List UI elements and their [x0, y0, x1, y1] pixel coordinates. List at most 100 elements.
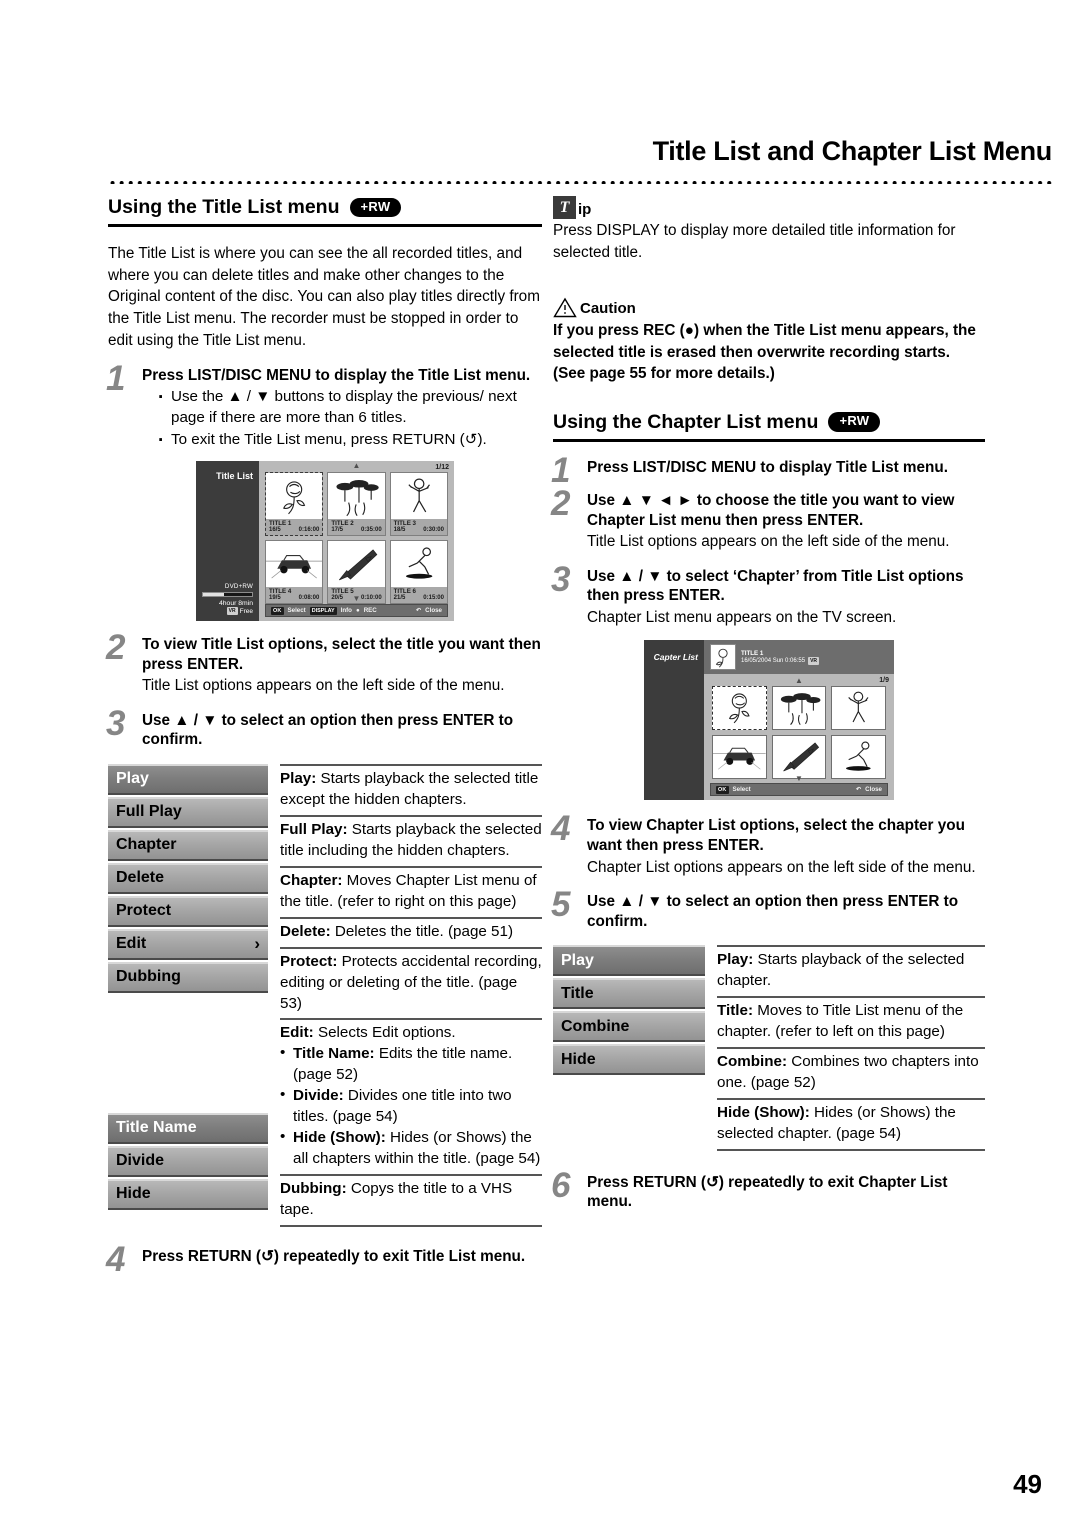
title-meta: 18/5 0:30:00 — [391, 527, 447, 535]
chapter-cell[interactable] — [771, 735, 827, 780]
title-time: 0:16:00 — [298, 527, 320, 534]
description-full-play: Full Play: Starts playback the selected … — [280, 814, 542, 866]
step-1-bullets: Use the ▲ / ▼ buttons to display the pre… — [142, 385, 542, 454]
chapter-cell[interactable] — [771, 686, 827, 731]
chevron-right-icon: › — [254, 934, 260, 954]
chapter-list-screen-mockup: Capter List TITLE 1 16/05/2004 Sun 0:06:… — [644, 640, 894, 801]
step-number: 4 — [106, 1240, 126, 1280]
tip-t-icon: T — [553, 196, 576, 219]
title-cell[interactable]: TITLE 2 17/5 0:35:00 — [327, 472, 386, 537]
list-item: Title Name: Edits the title name. (page … — [280, 1043, 542, 1086]
page-indicator: 1/12 — [435, 464, 449, 472]
chapter-thumbnail-grid — [704, 674, 894, 780]
select-label: Select — [732, 786, 751, 794]
step-number: 4 — [551, 809, 571, 849]
chapter-list-descriptions: Play: Starts playback of the selected ch… — [717, 945, 985, 1151]
option-title[interactable]: Title — [553, 978, 705, 1010]
chapter-cell[interactable] — [712, 735, 767, 780]
title-cell[interactable]: TITLE 4 19/5 0:08:00 — [265, 540, 324, 605]
description-term: Divide: — [293, 1087, 344, 1105]
description-play: Play: Starts playback the selected title… — [280, 763, 542, 815]
title-cell[interactable]: TITLE 3 18/5 0:30:00 — [389, 472, 448, 537]
description-term: Delete: — [280, 922, 331, 940]
option-full-play[interactable]: Full Play — [108, 796, 268, 828]
left-step-1: 1 Press LIST/DISC MENU to display the Ti… — [106, 361, 542, 455]
step-heading: Use ▲ / ▼ to select an option then press… — [587, 892, 959, 930]
title-cell[interactable]: TITLE 6 21/5 0:15:00 — [389, 540, 448, 605]
page-title: Title List and Chapter List Menu — [652, 136, 1053, 166]
option-label: Divide — [116, 1152, 165, 1170]
thumbnail-car-icon — [713, 748, 766, 770]
remaining-time-label: 4hour 8min — [218, 600, 253, 608]
thumbnail-rose-icon — [710, 644, 736, 671]
step-heading: Press LIST/DISC MENU to display the Titl… — [142, 366, 531, 384]
option-chapter[interactable]: Chapter — [108, 829, 268, 861]
step-number: 5 — [551, 884, 571, 924]
option-hide[interactable]: Hide — [108, 1178, 268, 1210]
right-step-2: 2 Use ▲ ▼ ◄ ► to choose the title you wa… — [551, 486, 985, 553]
right-section-heading: Using the Chapter List menu +RW — [553, 411, 985, 442]
description-edit: Edit: Selects Edit options. Title Name: … — [280, 1018, 542, 1174]
option-hide[interactable]: Hide — [553, 1044, 705, 1076]
title-list-options-block: Play Full Play Chapter Delete Protect Ed… — [108, 763, 542, 1228]
description-term: Hide (Show): — [293, 1129, 386, 1147]
title-meta: 19/5 0:08:00 — [266, 595, 322, 603]
step-number: 1 — [106, 358, 126, 398]
option-dubbing[interactable]: Dubbing — [108, 961, 268, 993]
chapter-list-sidebar: Capter List — [644, 640, 704, 801]
title-list-main: 1/12 ▲ ▼ TITLE 1 16/5 0:16:00 TITLE 2 17… — [259, 461, 454, 621]
option-combine[interactable]: Combine — [553, 1011, 705, 1043]
description-term: Combine: — [717, 1052, 788, 1070]
option-play[interactable]: Play — [553, 945, 705, 977]
display-key-icon: DISPLAY — [309, 606, 337, 615]
option-title-name[interactable]: Title Name — [108, 1112, 268, 1144]
chapter-cell[interactable] — [831, 735, 886, 780]
tip-label: T ip — [553, 196, 985, 219]
left-column: Using the Title List menu +RW The Title … — [106, 196, 542, 1277]
description-term: Protect: — [280, 952, 338, 970]
title-date: 21/5 — [393, 595, 406, 602]
rec-dot-icon: ● — [355, 607, 360, 615]
scroll-up-arrow-icon: ▲ — [795, 676, 803, 686]
option-delete[interactable]: Delete — [108, 862, 268, 894]
thumbnail-trees-icon — [780, 693, 821, 726]
scroll-up-arrow-icon: ▲ — [352, 461, 361, 471]
chapter-title-info: TITLE 1 16/05/2004 Sun 0:06:55 VR — [741, 649, 820, 665]
title-date: 20/5 — [331, 595, 344, 602]
plus-rw-badge-icon: +RW — [349, 197, 402, 218]
description-term: Edit: — [280, 1024, 314, 1042]
thumbnail-shuttle-icon — [782, 742, 819, 772]
chapter-title-name: TITLE 1 — [741, 649, 764, 657]
list-item: Use the ▲ / ▼ buttons to display the pre… — [158, 385, 542, 429]
title-list-sidebar: Title List DVD+RW 4hour 8min VR Free — [196, 461, 259, 622]
close-label: Close — [865, 786, 882, 794]
scroll-down-arrow-icon: ▼ — [795, 774, 803, 784]
description-term: Hide (Show): — [717, 1103, 810, 1121]
description-term: Title: — [717, 1002, 754, 1020]
thumbnail-figure-icon — [848, 691, 869, 723]
list-item: Divide: Divides one title into two title… — [280, 1085, 542, 1128]
caution-text: If you press REC (●) when the Title List… — [553, 322, 976, 383]
step-subtext: Title List options appears on the left s… — [142, 677, 505, 695]
option-label: Chapter — [116, 836, 177, 854]
option-protect[interactable]: Protect — [108, 895, 268, 927]
step-heading: To view Chapter List options, select the… — [587, 817, 965, 854]
info-label: Info — [340, 607, 352, 615]
description-title: Title: Moves to Title List menu of the c… — [717, 996, 985, 1047]
right-step-3: 3 Use ▲ / ▼ to select ‘Chapter’ from Tit… — [551, 562, 985, 629]
step-subtext: Chapter List options appears on the left… — [587, 858, 976, 876]
option-label: Play — [116, 770, 149, 788]
option-divide[interactable]: Divide — [108, 1145, 268, 1177]
tip-box: T ip Press DISPLAY to display more detai… — [553, 196, 985, 263]
description-combine: Combine: Combines two chapters into one.… — [717, 1046, 985, 1098]
left-intro-paragraph: The Title List is where you can see the … — [108, 245, 540, 349]
disc-type-label: DVD+RW — [224, 583, 253, 591]
chapter-cell[interactable] — [712, 686, 767, 731]
step-heading: Press LIST/DISC MENU to display Title Li… — [587, 458, 948, 476]
chapter-cell[interactable] — [831, 686, 886, 731]
title-name: TITLE 4 — [269, 588, 292, 596]
option-play[interactable]: Play — [108, 763, 268, 795]
option-edit[interactable]: Edit › — [108, 928, 268, 960]
vr-mode-icon: VR — [226, 607, 238, 616]
title-cell[interactable]: TITLE 1 16/5 0:16:00 — [265, 472, 324, 537]
